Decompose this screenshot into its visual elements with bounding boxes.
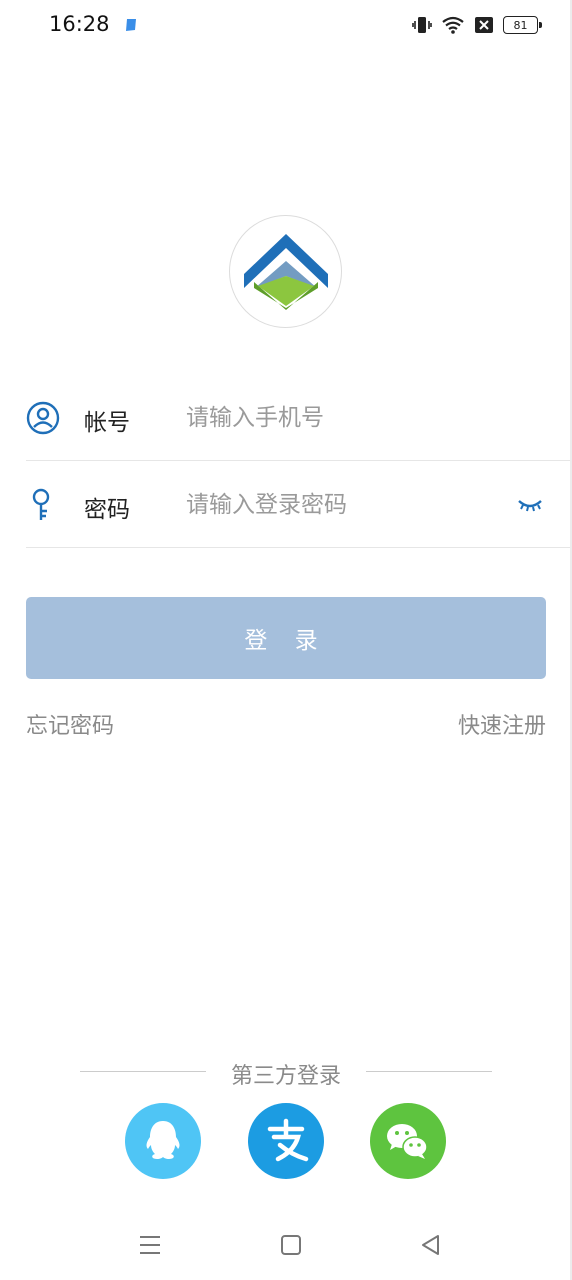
account-row: 帐号 — [26, 375, 572, 461]
home-icon[interactable] — [278, 1232, 304, 1258]
app-logo — [229, 215, 342, 328]
phone-input[interactable] — [186, 399, 496, 437]
password-label: 密码 — [84, 497, 130, 523]
menu-icon[interactable] — [137, 1232, 163, 1258]
password-input[interactable] — [186, 486, 496, 524]
login-screen: 16:28 81 帐号 请输入手机号 密码 登 录 忘记密码 快速注册 第三方登… — [0, 0, 572, 1280]
third-party-title: 第三方登录 — [230, 1064, 341, 1089]
no-sim-icon — [475, 17, 493, 33]
user-circle-icon — [26, 401, 60, 435]
app-notification-icon — [126, 19, 136, 31]
qq-icon — [146, 1121, 180, 1159]
status-time: 16:28 — [49, 12, 110, 36]
battery-level: 81 — [513, 18, 528, 32]
account-label: 帐号 — [84, 410, 130, 436]
key-icon — [32, 488, 50, 520]
status-bar: 16:28 81 — [0, 0, 572, 52]
qq-login-button[interactable] — [125, 1103, 201, 1179]
house-chevron-logo — [244, 234, 328, 310]
status-icons: 81 — [412, 14, 542, 36]
back-icon[interactable] — [418, 1232, 444, 1258]
wechat-login-button[interactable] — [370, 1103, 446, 1179]
wifi-icon — [442, 16, 464, 34]
alipay-login-button[interactable] — [248, 1103, 324, 1179]
battery-icon: 81 — [503, 16, 542, 34]
login-button[interactable]: 登 录 — [26, 597, 546, 679]
eye-closed-icon[interactable] — [516, 492, 544, 516]
quick-register-link[interactable]: 快速注册 — [458, 708, 546, 740]
vibrate-icon — [412, 17, 432, 33]
password-row: 密码 — [26, 462, 572, 548]
forgot-password-link[interactable]: 忘记密码 — [26, 708, 114, 740]
wechat-icon — [387, 1124, 428, 1159]
alipay-icon — [267, 1118, 309, 1162]
